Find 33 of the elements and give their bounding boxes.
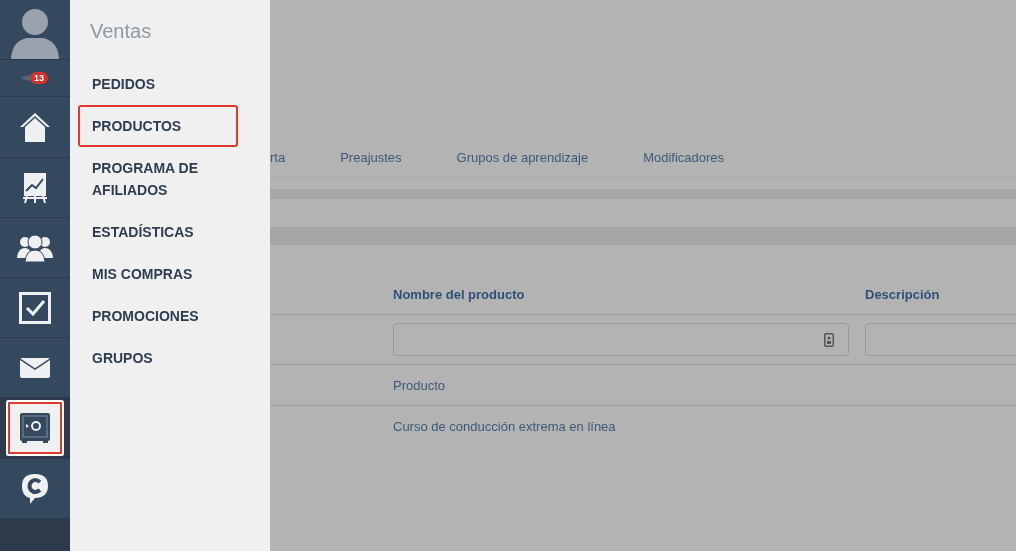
column-header[interactable]: Descripción <box>865 287 1016 302</box>
tab[interactable]: Preajustes <box>340 150 402 177</box>
menu-title: Ventas <box>90 20 152 43</box>
column-header[interactable]: Nombre del producto <box>393 287 865 302</box>
sidebar-item[interactable] <box>0 158 70 218</box>
tab[interactable]: Modificadores <box>643 150 725 177</box>
checkbox-icon <box>19 291 51 324</box>
safe-icon <box>20 413 50 443</box>
sidebar-item[interactable] <box>6 400 64 457</box>
sidebar-item[interactable] <box>0 97 70 158</box>
sidebar-item[interactable]: 13 <box>0 60 70 97</box>
menu-item[interactable]: PRODUCTOS <box>78 105 238 147</box>
megaphone-icon <box>22 75 30 81</box>
chat-bubble-icon <box>21 472 49 505</box>
notification-badge: 13 <box>30 72 48 84</box>
menu-item[interactable]: MIS COMPRAS <box>78 253 238 295</box>
contact-card-icon <box>824 332 834 347</box>
mail-icon <box>20 357 50 378</box>
table-cell-text: Producto <box>393 377 447 393</box>
menu-item[interactable]: PROGRAMA DE AFILIADOS <box>78 147 238 211</box>
table-cell-text: Curso de conducción extrema en línea <box>393 419 617 434</box>
avatar[interactable] <box>0 0 70 60</box>
menu-item[interactable]: GRUPOS <box>78 337 238 379</box>
menu-item[interactable]: PROMOCIONES <box>78 295 238 337</box>
menu-item[interactable]: PEDIDOS <box>78 63 238 105</box>
sidebar-item[interactable] <box>0 218 70 278</box>
chart-board-icon <box>23 171 47 204</box>
menu-item[interactable]: ESTADÍSTICAS <box>78 211 238 253</box>
house-icon <box>19 112 51 142</box>
sidebar-item[interactable] <box>0 459 70 519</box>
people-icon <box>17 233 53 262</box>
sidebar-item[interactable] <box>0 278 70 338</box>
sidebar-item[interactable] <box>0 338 70 398</box>
